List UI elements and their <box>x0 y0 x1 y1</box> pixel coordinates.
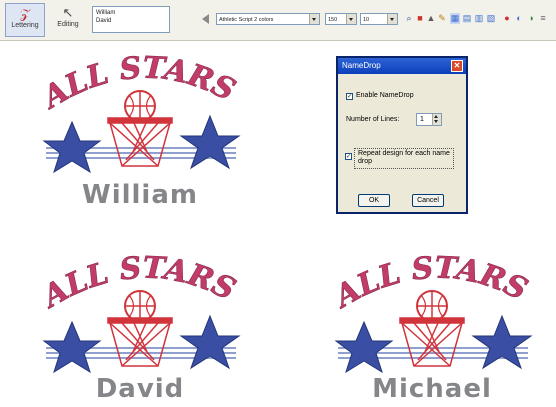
palette-icon[interactable]: ◐ <box>514 13 524 24</box>
name-text: David <box>95 374 185 404</box>
fill-icon[interactable]: ▦ <box>450 13 460 24</box>
repeat-design-label: Repeat design for each name drop <box>354 148 454 169</box>
design-david[interactable]: ALL STARS David <box>30 248 260 407</box>
dialog-titlebar[interactable]: NameDrop ✕ <box>338 58 466 74</box>
editing-icon: ↖ <box>62 5 74 20</box>
design-michael[interactable]: ALL STARS Michael <box>322 248 552 407</box>
design-artwork: ALL STARS <box>34 250 241 374</box>
lettering-mode-button[interactable]: 𝒵 Lettering <box>5 3 45 37</box>
star-icon <box>471 314 533 370</box>
basketball-icon <box>124 290 156 322</box>
chevron-down-icon[interactable] <box>387 14 397 24</box>
name-text: Michael <box>372 374 492 404</box>
color-b-icon[interactable]: ▲ <box>426 13 436 24</box>
enable-namedrop-label: Enable NameDrop <box>356 92 414 99</box>
star-icon <box>334 320 394 374</box>
enable-namedrop-checkbox[interactable]: ✓ <box>346 93 353 100</box>
font-select[interactable]: Athletic Script 2 colors <box>216 13 320 25</box>
lines-stepper[interactable]: 1 <box>416 113 442 126</box>
pen-icon[interactable]: ✎ <box>437 13 447 24</box>
name-text: William <box>82 180 198 210</box>
align-icon[interactable]: ▧ <box>486 13 496 24</box>
more-icon[interactable]: ≡ <box>538 13 548 24</box>
lines-value: 1 <box>420 116 424 123</box>
design-artwork: ALL STARS <box>34 50 241 174</box>
secondary-select[interactable]: 10 <box>360 13 398 25</box>
palette-2-icon[interactable]: ◑ <box>526 13 536 24</box>
lettering-label: Lettering <box>11 22 39 29</box>
lines-label: Number of Lines: <box>346 116 400 123</box>
names-textbox[interactable]: William David <box>92 6 170 33</box>
size-select[interactable]: 150 <box>325 13 357 25</box>
basketball-icon <box>124 90 156 122</box>
font-select-value: Athletic Script 2 colors <box>219 17 274 23</box>
outline-icon[interactable]: ▤ <box>462 13 472 24</box>
namedrop-dialog: NameDrop ✕ ✓ Enable NameDrop Number of L… <box>336 56 468 214</box>
basketball-icon <box>416 290 448 322</box>
chevron-down-icon[interactable] <box>309 14 319 24</box>
color-a-icon[interactable]: ■ <box>415 13 425 24</box>
star-icon <box>42 120 102 174</box>
close-icon[interactable]: ✕ <box>451 60 463 72</box>
editing-mode-button[interactable]: ↖ Editing <box>48 3 88 37</box>
ok-button[interactable]: OK <box>358 194 390 207</box>
star-icon <box>42 320 102 374</box>
editing-label: Editing <box>57 21 79 28</box>
toolbar: 𝒵 Lettering ↖ Editing William David Athl… <box>0 0 556 41</box>
design-william[interactable]: ALL STARS William <box>30 48 260 218</box>
secondary-select-value: 10 <box>363 17 370 23</box>
spin-arrows-icon[interactable] <box>432 114 441 125</box>
grid-icon[interactable]: ▥ <box>474 13 484 24</box>
names-line-2: David <box>96 18 112 24</box>
star-icon <box>179 314 241 370</box>
color-dot-icon[interactable]: ● <box>502 13 512 24</box>
zoom-icon[interactable]: ⌕ <box>404 13 414 24</box>
repeat-design-checkbox[interactable]: ✓ <box>345 153 352 160</box>
chevron-down-icon[interactable] <box>346 14 356 24</box>
lettering-icon: 𝒵 <box>20 6 30 21</box>
back-arrow-icon[interactable] <box>202 14 209 24</box>
size-select-value: 150 <box>328 17 338 23</box>
design-artwork: ALL STARS <box>326 250 533 374</box>
cancel-button[interactable]: Cancel <box>412 194 444 207</box>
star-icon <box>179 114 241 170</box>
names-line-1: William <box>96 10 116 16</box>
dialog-title: NameDrop <box>342 61 381 70</box>
